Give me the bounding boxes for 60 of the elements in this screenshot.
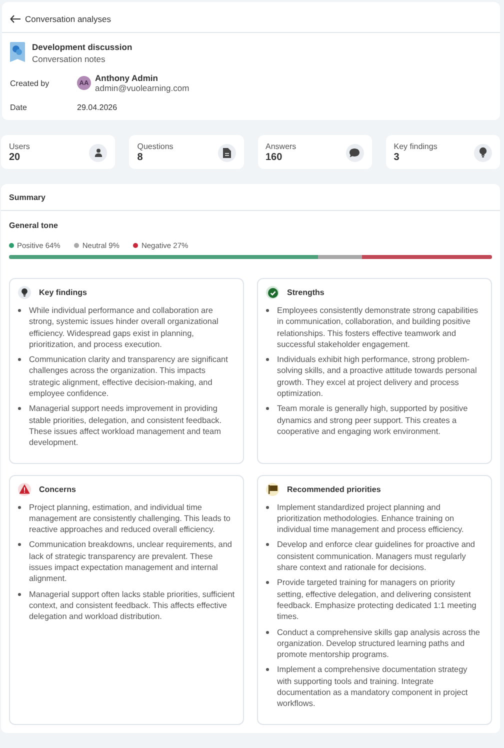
document-icon <box>222 148 230 158</box>
section-item: Team morale is generally high, supported by positive dynamics and strong peer support. This creates a cooperative and engaging work environment. <box>277 403 469 438</box>
stat-label: Questions <box>137 142 174 151</box>
section-item: Project planning, estimation, and individual time management are consistently challenging. This leads to reactive approaches and reduced overall efficiency. <box>29 502 232 536</box>
bullet-icon <box>266 506 269 509</box>
bullet-icon <box>18 358 21 362</box>
stat-label: Users <box>9 142 30 151</box>
section-title: Concerns <box>39 484 76 494</box>
check-icon <box>266 286 279 299</box>
date-label: Date <box>10 103 28 112</box>
stat-value: 3 <box>394 152 400 163</box>
user-icon <box>94 148 103 157</box>
stat-value: 160 <box>266 152 284 163</box>
lightbulb-icon <box>18 286 31 299</box>
section-item: Managerial support often lacks stable priorities, sufficient context, and consistent feedback. This affects effective delegation and workload distribution. <box>29 588 235 623</box>
back-link[interactable]: Conversation analyses <box>2 2 500 33</box>
bullet-icon <box>18 543 21 546</box>
section-item: Conduct a comprehensive skills gap analysis across the organization. Develop structured learning paths and promote mentorship programs. <box>277 626 481 660</box>
back-arrow-icon <box>10 15 21 23</box>
bullet-icon <box>18 309 21 312</box>
section-item: While individual performance and collaboration are strong, systemic issues hinder overall organizational efficiency. Widespread gaps exist in planning, prioritization, and process execution. <box>29 305 220 350</box>
section-item: Employees consistently demonstrate strong capabilities in communication, collaboration, and building positive relationships. This fosters effective teamwork and successful stakeholder engagement. <box>277 305 480 350</box>
section-item: Provide targeted training for managers on priority setting, effective delegation, and delivering consistent feedback. Emphasize protecting dedicated 1:1 meeting times. <box>277 577 478 623</box>
created-by-label: Created by <box>10 78 50 88</box>
section-title: Strengths <box>287 288 324 297</box>
bullet-icon <box>18 592 21 596</box>
bullet-icon <box>266 407 269 410</box>
section-item: Develop and enforce clear guidelines for proactive and consistent communication. Managers must regularly share context and rationale for decisions. <box>277 539 476 574</box>
date-value: 29.04.2026 <box>77 103 118 112</box>
warning-icon <box>18 482 31 496</box>
bullet-icon <box>18 506 21 509</box>
conversation-subtitle: Conversation notes <box>32 54 106 64</box>
stat-value: 8 <box>137 152 144 163</box>
stat-value: 20 <box>9 152 22 163</box>
section-item: Communication breakdowns, unclear requirements, and lack of strategic transparency are prevalent. These issues impact expectation management and internal alignment. <box>29 539 233 585</box>
lightbulb-icon <box>479 147 487 158</box>
document-chat-icon <box>10 42 25 62</box>
creator-email: admin@vuolearning.com <box>95 83 190 93</box>
bullet-icon <box>266 581 269 584</box>
tone-title: General tone <box>9 221 59 230</box>
conversation-title: Development discussion <box>32 42 132 52</box>
section-item: Implement a comprehensive documentation strategy with supporting tools and training. Integrate documentation as a mandatory component in project workflows. <box>277 664 469 710</box>
creator-name: Anthony Admin <box>95 73 159 83</box>
section-item: Implement standardized project planning and prioritization methodologies. Enhance training on individual time management and process efficiency. <box>277 502 465 536</box>
flag-icon <box>266 482 279 496</box>
stat-label: Answers <box>266 142 296 151</box>
chat-bubble-icon <box>349 148 360 158</box>
stat-label: Key findings <box>394 142 438 151</box>
bullet-icon <box>266 543 269 546</box>
bullet-icon <box>18 407 21 410</box>
bullet-icon <box>266 630 269 634</box>
bullet-icon <box>266 309 269 312</box>
section-item: Individuals exhibit high performance, strong problem-solving skills, and a proactive attitude towards personal growth. They excel at project delivery and process optimization. <box>277 354 478 400</box>
summary-title: Summary <box>1 184 500 211</box>
bullet-icon <box>266 358 269 362</box>
section-item: Managerial support needs improvement in providing stable priorities, delegation, and consistent feedback. These issues affect workload management and team development. <box>29 403 223 449</box>
section-title: Recommended priorities <box>287 484 381 494</box>
section-item: Communication clarity and transparency are significant challenges across the organization. This impacts strategic alignment, effective decision-making, and employee confidence. <box>29 354 229 400</box>
section-title: Key findings <box>39 288 88 297</box>
bullet-icon <box>266 668 269 672</box>
